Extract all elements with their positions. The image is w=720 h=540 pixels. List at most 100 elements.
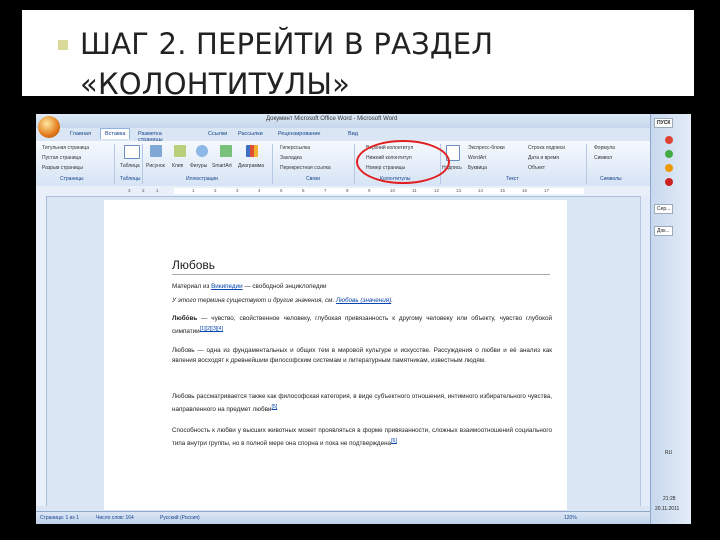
doc-paragraph-3: Любовь рассматривается также как философ… [172, 392, 552, 415]
horizontal-ruler[interactable]: 3 2 1 1 2 3 4 5 6 7 8 9 10 11 12 13 14 1… [36, 186, 650, 197]
table-icon [124, 145, 140, 159]
shapes-button[interactable]: Фигуры [190, 163, 207, 169]
signature-line-button[interactable]: Строка подписи [528, 145, 565, 151]
ruler-number: 2 [142, 188, 145, 193]
para3-text: Любовь рассматривается также как философ… [172, 393, 552, 414]
doc-disambig: У этого термина существуют и другие знач… [172, 296, 552, 306]
ruler-number: 1 [192, 188, 195, 193]
ruler-number: 2 [214, 188, 217, 193]
ruler-number: 12 [434, 188, 440, 193]
tab-insert[interactable]: Вставка [100, 128, 131, 139]
separator [354, 144, 355, 184]
tab-view[interactable]: Вид [344, 129, 362, 139]
tab-review[interactable]: Рецензирование [274, 129, 324, 139]
group-pages-label: Страницы [60, 176, 84, 182]
title-box: ШАГ 2. ПЕРЕЙТИ В РАЗДЕЛ «КОЛОНТИТУЛЫ» [22, 10, 694, 101]
hyperlink-button[interactable]: Гиперссылка [280, 145, 310, 151]
ruler-number: 13 [456, 188, 462, 193]
source-suffix: — свободной энциклопедии [242, 283, 327, 290]
disambig-prefix: У этого термина существуют и другие знач… [172, 297, 336, 304]
clip-icon [174, 145, 186, 157]
page-break-button[interactable]: Разрыв страницы [42, 165, 83, 171]
drop-cap-button[interactable]: Буквица [468, 165, 487, 171]
highlight-circle [356, 140, 450, 184]
taskbar-window-2[interactable]: Док... [654, 226, 673, 236]
date-time-button[interactable]: Дата и время [528, 155, 559, 161]
vertical-ruler[interactable] [36, 196, 47, 506]
clock-date: 20.11.2011 [655, 506, 680, 512]
status-language[interactable]: Русский (Россия) [160, 515, 200, 521]
doc-paragraph-4: Способность к любви у высших животных мо… [172, 426, 552, 449]
blank-page-button[interactable]: Пустая страница [42, 155, 81, 161]
ruler-number: 8 [346, 188, 349, 193]
para3-ref[interactable]: [5] [271, 404, 277, 410]
status-bar: Страница: 1 из 1 Число слов: 164 Русский… [36, 511, 650, 524]
picture-button[interactable]: Рисунок [146, 163, 165, 169]
wordart-button[interactable]: WordArt [468, 155, 486, 161]
slide-title: ШАГ 2. ПЕРЕЙТИ В РАЗДЕЛ «КОЛОНТИТУЛЫ» [80, 24, 493, 104]
disambig-suffix: . [391, 297, 393, 304]
clock-time: 21:28 [663, 496, 676, 502]
ruler-number: 3 [128, 188, 131, 193]
doc-paragraph-1: Любо́вь — чувство, свойственное человеку… [172, 314, 552, 337]
group-text-label: Текст [506, 176, 519, 182]
slide-header: ШАГ 2. ПЕРЕЙТИ В РАЗДЕЛ «КОЛОНТИТУЛЫ» [0, 0, 720, 108]
ruler-number: 16 [522, 188, 528, 193]
cover-page-button[interactable]: Титульная страница [42, 145, 89, 151]
para4-text: Способность к любви у высших животных мо… [172, 427, 552, 448]
opera-icon[interactable] [665, 136, 673, 144]
window-title: Документ Microsoft Office Word - Microso… [266, 116, 398, 122]
firefox-icon[interactable] [665, 164, 673, 172]
heading-underline [172, 274, 550, 275]
tab-mailings[interactable]: Рассылки [234, 129, 267, 139]
source-link[interactable]: Википедии [211, 283, 242, 290]
separator [114, 144, 115, 184]
ruler-number: 14 [478, 188, 484, 193]
chart-button[interactable]: Диаграмма [238, 163, 264, 169]
word-window: Документ Microsoft Office Word - Microso… [36, 114, 651, 524]
group-symbols-label: Символы [600, 176, 622, 182]
status-page[interactable]: Страница: 1 из 1 [40, 515, 79, 521]
status-words[interactable]: Число слов: 164 [96, 515, 134, 521]
start-button[interactable]: ПУСК [654, 118, 674, 128]
app-icon[interactable] [665, 150, 673, 158]
group-links-label: Связи [306, 176, 321, 182]
object-button[interactable]: Объект [528, 165, 545, 171]
language-indicator[interactable]: RU [665, 450, 672, 456]
bookmark-button[interactable]: Закладка [280, 155, 302, 161]
disambig-link[interactable]: Любовь (значения) [336, 297, 391, 304]
para1-text: — чувство, свойственное человеку, глубок… [172, 315, 552, 336]
slide-title-line1: ШАГ 2. ПЕРЕЙТИ В РАЗДЕЛ [80, 27, 494, 61]
ruler-number: 4 [258, 188, 261, 193]
tab-home[interactable]: Главная [66, 129, 95, 139]
document-page[interactable]: Любовь Материал из Википедии — свободной… [104, 200, 567, 510]
ruler-number: 6 [302, 188, 305, 193]
word-screenshot: Документ Microsoft Office Word - Microso… [36, 114, 691, 524]
tab-references[interactable]: Ссылки [204, 129, 231, 139]
title-bullet [58, 40, 68, 50]
taskbar-window-1[interactable]: Сер... [654, 204, 674, 214]
yandex-icon[interactable] [665, 178, 673, 186]
status-zoom[interactable]: 120% [564, 515, 577, 521]
separator [586, 144, 587, 184]
chart-icon [246, 145, 258, 157]
ruler-number: 9 [368, 188, 371, 193]
ruler-number: 1 [156, 188, 159, 193]
equation-button[interactable]: Формула [594, 145, 615, 151]
quick-parts-button[interactable]: Экспресс-блоки [468, 145, 505, 151]
cross-reference-button[interactable]: Перекрестная ссылка [280, 165, 331, 171]
doc-source-line: Материал из Википедии — свободной энцикл… [172, 282, 552, 292]
table-button[interactable]: Таблица [120, 163, 140, 169]
symbol-button[interactable]: Символ [594, 155, 612, 161]
office-button-icon[interactable] [38, 116, 60, 138]
smartart-button[interactable]: SmartArt [212, 163, 232, 169]
group-illustrations-label: Иллюстрации [186, 176, 218, 182]
para1-refs[interactable]: [1][2][3][4] [200, 326, 223, 332]
separator [142, 144, 143, 184]
ruler-number: 11 [412, 188, 417, 193]
para1-bold: Любо́вь [172, 315, 198, 322]
source-prefix: Материал из [172, 283, 212, 290]
para4-ref[interactable]: [6] [391, 438, 397, 444]
clip-button[interactable]: Клип [172, 163, 183, 169]
doc-paragraph-2: Любовь — одна из фундаментальных и общих… [172, 347, 552, 364]
